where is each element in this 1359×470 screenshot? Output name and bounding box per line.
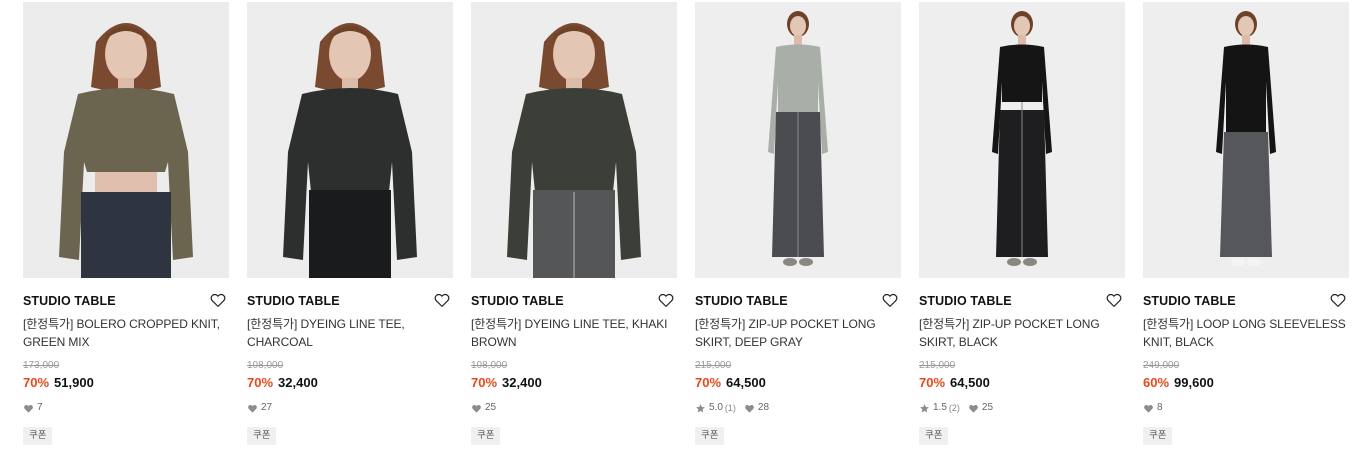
original-price: 215,000 xyxy=(919,360,956,371)
coupon-badge: 쿠폰 xyxy=(1143,427,1173,445)
brand-name[interactable]: STUDIO TABLE xyxy=(23,292,229,310)
star-icon xyxy=(919,403,930,414)
heart-filled-icon xyxy=(23,403,34,414)
product-card[interactable]: STUDIO TABLE [한정특가] ZIP-UP POCKET LONG S… xyxy=(695,2,901,445)
original-price: 173,000 xyxy=(23,360,60,371)
rating-group: 1.5 (2) xyxy=(919,401,960,415)
brand-name[interactable]: STUDIO TABLE xyxy=(471,292,677,310)
wishlist-heart-icon[interactable] xyxy=(209,291,227,309)
discount-rate: 70% xyxy=(471,375,498,390)
product-title[interactable]: [한정특가] DYEING LINE TEE, KHAKI BROWN xyxy=(471,315,677,351)
likes-group: 27 xyxy=(247,401,272,415)
product-image[interactable] xyxy=(471,2,677,278)
coupon-badge: 쿠폰 xyxy=(471,427,501,445)
brand-row: STUDIO TABLE xyxy=(23,292,229,310)
original-price: 215,000 xyxy=(695,360,732,371)
meta-row: 1.5 (2) 25 xyxy=(919,401,1125,415)
sale-price: 32,400 xyxy=(502,375,542,390)
sale-price: 64,500 xyxy=(950,375,990,390)
brand-row: STUDIO TABLE xyxy=(471,292,677,310)
product-title[interactable]: [한정특가] DYEING LINE TEE, CHARCOAL xyxy=(247,315,453,351)
coupon-badge: 쿠폰 xyxy=(23,427,53,445)
product-title[interactable]: [한정특가] ZIP-UP POCKET LONG SKIRT, BLACK xyxy=(919,315,1125,351)
original-price: 108,000 xyxy=(247,360,284,371)
heart-filled-icon xyxy=(247,403,258,414)
rating-value: 5.0 xyxy=(709,402,723,413)
coupon-badge: 쿠폰 xyxy=(919,427,949,445)
like-count: 7 xyxy=(37,402,43,413)
sale-price: 64,500 xyxy=(726,375,766,390)
wishlist-heart-icon[interactable] xyxy=(1329,291,1347,309)
likes-group: 25 xyxy=(968,401,993,415)
likes-group: 7 xyxy=(23,401,43,415)
heart-filled-icon xyxy=(1143,403,1154,414)
wishlist-heart-icon[interactable] xyxy=(657,291,675,309)
price-row: 70% 51,900 xyxy=(23,374,229,392)
product-title[interactable]: [한정특가] LOOP LONG SLEEVELESS KNIT, BLACK xyxy=(1143,315,1349,351)
coupon-badge: 쿠폰 xyxy=(695,427,725,445)
like-count: 28 xyxy=(757,402,770,413)
price-row: 60% 99,600 xyxy=(1143,374,1349,392)
meta-row: 5.0 (1) 28 xyxy=(695,401,901,415)
price-row: 70% 32,400 xyxy=(471,374,677,392)
discount-rate: 70% xyxy=(695,375,722,390)
star-icon xyxy=(695,403,706,414)
price-row: 70% 64,500 xyxy=(695,374,901,392)
brand-row: STUDIO TABLE xyxy=(1143,292,1349,310)
original-price: 108,000 xyxy=(471,360,508,371)
brand-row: STUDIO TABLE xyxy=(695,292,901,310)
product-title[interactable]: [한정특가] ZIP-UP POCKET LONG SKIRT, DEEP GR… xyxy=(695,315,901,351)
product-card[interactable]: STUDIO TABLE [한정특가] DYEING LINE TEE, KHA… xyxy=(471,2,677,445)
brand-name[interactable]: STUDIO TABLE xyxy=(1143,292,1349,310)
likes-group: 25 xyxy=(471,401,496,415)
product-title[interactable]: [한정특가] BOLERO CROPPED KNIT, GREEN MIX xyxy=(23,315,229,351)
product-image[interactable] xyxy=(695,2,901,278)
sale-price: 51,900 xyxy=(54,375,94,390)
meta-row: 7 xyxy=(23,401,229,415)
product-image[interactable] xyxy=(1143,2,1349,278)
wishlist-heart-icon[interactable] xyxy=(433,291,451,309)
discount-rate: 60% xyxy=(1143,375,1170,390)
like-count: 25 xyxy=(485,402,497,413)
price-row: 70% 32,400 xyxy=(247,374,453,392)
wishlist-heart-icon[interactable] xyxy=(1105,291,1123,309)
coupon-badge: 쿠폰 xyxy=(247,427,277,445)
likes-group: 28 xyxy=(744,401,769,415)
review-count: (1) xyxy=(724,403,736,413)
brand-name[interactable]: STUDIO TABLE xyxy=(247,292,453,310)
product-image[interactable] xyxy=(247,2,453,278)
wishlist-heart-icon[interactable] xyxy=(881,291,899,309)
product-grid: STUDIO TABLE [한정특가] BOLERO CROPPED KNIT,… xyxy=(0,0,1359,470)
discount-rate: 70% xyxy=(919,375,946,390)
brand-row: STUDIO TABLE xyxy=(919,292,1125,310)
likes-group: 8 xyxy=(1143,401,1163,415)
price-row: 70% 64,500 xyxy=(919,374,1125,392)
product-card[interactable]: STUDIO TABLE [한정특가] DYEING LINE TEE, CHA… xyxy=(247,2,453,445)
rating-group: 5.0 (1) xyxy=(695,401,736,415)
meta-row: 27 xyxy=(247,401,453,415)
heart-filled-icon xyxy=(471,403,482,414)
review-count: (2) xyxy=(948,403,960,413)
product-image[interactable] xyxy=(23,2,229,278)
heart-filled-icon xyxy=(744,403,755,414)
product-card[interactable]: STUDIO TABLE [한정특가] LOOP LONG SLEEVELESS… xyxy=(1143,2,1349,445)
heart-filled-icon xyxy=(968,403,979,414)
sale-price: 32,400 xyxy=(278,375,318,390)
sale-price: 99,600 xyxy=(1174,375,1214,390)
discount-rate: 70% xyxy=(23,375,50,390)
product-card[interactable]: STUDIO TABLE [한정특가] ZIP-UP POCKET LONG S… xyxy=(919,2,1125,445)
original-price: 249,000 xyxy=(1143,360,1180,371)
like-count: 25 xyxy=(981,402,994,413)
brand-name[interactable]: STUDIO TABLE xyxy=(919,292,1125,310)
meta-row: 25 xyxy=(471,401,677,415)
meta-row: 8 xyxy=(1143,401,1349,415)
rating-value: 1.5 xyxy=(933,402,947,413)
brand-row: STUDIO TABLE xyxy=(247,292,453,310)
product-image[interactable] xyxy=(919,2,1125,278)
like-count: 27 xyxy=(261,402,273,413)
like-count: 8 xyxy=(1157,402,1163,413)
brand-name[interactable]: STUDIO TABLE xyxy=(695,292,901,310)
discount-rate: 70% xyxy=(247,375,274,390)
product-card[interactable]: STUDIO TABLE [한정특가] BOLERO CROPPED KNIT,… xyxy=(23,2,229,445)
